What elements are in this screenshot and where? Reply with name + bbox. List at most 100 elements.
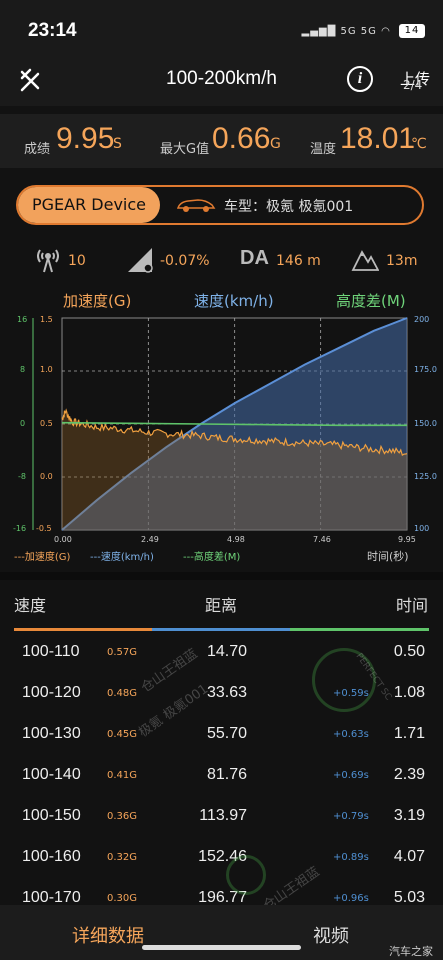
status-bar: 23:14 ▂▄▆█ 5G 5G ◠ 14	[0, 0, 443, 56]
table-row[interactable]: 100-110 0.57G 14.70 0.50	[0, 631, 443, 672]
mountain-icon	[351, 250, 379, 271]
speed-area	[62, 318, 407, 530]
row-time: 4.07	[393, 848, 425, 865]
accel-tick: 0.0	[40, 472, 53, 481]
accel-tick: 1.5	[40, 315, 53, 324]
battery-icon: 14	[399, 24, 425, 38]
row-time: 1.08	[393, 684, 425, 701]
signal-text: 5G 5G	[340, 26, 377, 37]
gmax-unit: G	[270, 136, 281, 152]
row-distance: 14.70	[206, 643, 247, 660]
alt-tick: 0	[20, 419, 26, 428]
row-range: 100-110	[22, 643, 80, 660]
satellite-count: 10	[68, 253, 86, 269]
signal-icon: ▂▄▆█	[301, 26, 337, 37]
row-g: 0.32G	[107, 852, 138, 863]
alt-tick: -16	[13, 524, 27, 533]
section-divider	[0, 572, 443, 580]
row-distance: 113.97	[199, 807, 247, 824]
row-g: 0.48G	[107, 688, 138, 699]
watermark-seal-icon	[226, 855, 266, 895]
gmax-label: 最大G值	[160, 142, 210, 157]
row-range: 100-150	[22, 807, 81, 824]
wifi-icon: ◠	[381, 26, 391, 37]
page-indicator: 2/4	[403, 78, 423, 92]
accel-tick: 0.5	[40, 419, 53, 428]
legend-accel: 加速度(G)	[63, 292, 132, 310]
speed-tick: 200	[414, 315, 430, 324]
legend-bottom-accel: ---加速度(G)	[14, 552, 71, 563]
x-tick: 0.00	[54, 535, 72, 544]
row-distance: 33.63	[206, 684, 247, 701]
header-time: 时间	[396, 596, 429, 615]
row-g: 0.30G	[107, 893, 138, 904]
speed-tick: 125.0	[414, 472, 437, 481]
speed-line	[61, 317, 408, 531]
score-unit: S	[113, 136, 122, 152]
row-delta: +0.63s	[333, 729, 369, 740]
legend-bottom-altitude: ---高度差(M)	[183, 552, 241, 563]
row-time: 3.19	[393, 807, 425, 824]
x-axis-label: 时间(秒)	[367, 550, 409, 563]
x-tick: 2.49	[141, 535, 159, 544]
car-icon	[176, 199, 216, 212]
alt-tick: 16	[17, 315, 28, 324]
row-range: 100-130	[22, 725, 81, 742]
row-g: 0.36G	[107, 811, 138, 822]
alt-tick: -8	[18, 472, 26, 481]
home-indicator[interactable]	[142, 945, 301, 950]
speed-tick: 150.0	[414, 419, 437, 428]
acceleration-area	[62, 410, 407, 530]
score-label: 成绩	[24, 142, 51, 157]
legend-speed: 速度(km/h)	[194, 292, 274, 310]
x-tick: 9.95	[398, 535, 416, 544]
speed-tick: 175.0	[414, 365, 437, 374]
plot-frame	[61, 317, 408, 531]
score-value: 9.95	[56, 122, 115, 155]
altitude-value: 13m	[386, 253, 418, 269]
row-g: 0.45G	[107, 729, 138, 740]
table-row[interactable]: 100-140 0.41G 81.76 +0.69s 2.39	[0, 754, 443, 795]
row-distance: 81.76	[206, 766, 247, 783]
device-bar[interactable]: PGEAR Device 车型：极氪 极氪001	[16, 185, 424, 225]
tab-detail-data[interactable]: 详细数据	[72, 922, 144, 948]
slope-value: -0.07%	[160, 253, 210, 269]
row-range: 100-140	[22, 766, 81, 783]
da-label: DA	[240, 247, 269, 269]
row-range: 100-160	[22, 848, 81, 865]
table-row[interactable]: 100-160 0.32G 152.46 +0.89s 4.07	[0, 836, 443, 877]
tab-video[interactable]: 视频	[313, 922, 349, 948]
temp-unit: ℃	[411, 136, 427, 152]
legend-bottom-speed: ---速度(km/h)	[90, 552, 154, 563]
status-time: 23:14	[28, 20, 77, 41]
device-name[interactable]: PGEAR Device	[18, 187, 160, 223]
header-speed: 速度	[14, 596, 47, 615]
row-range: 100-120	[22, 684, 81, 701]
x-tick: 7.46	[313, 535, 331, 544]
temp-label: 温度	[310, 142, 337, 157]
satellite-icon	[37, 249, 59, 273]
row-delta: +0.89s	[333, 852, 369, 863]
legend-altitude: 高度差(M)	[336, 292, 406, 310]
row-time: 2.39	[393, 766, 425, 783]
status-icons: ▂▄▆█ 5G 5G ◠ 14	[302, 24, 425, 38]
slope-icon	[128, 248, 153, 273]
row-time: 1.71	[393, 725, 425, 742]
row-g: 0.41G	[107, 770, 138, 781]
info-icon[interactable]: i	[347, 66, 373, 92]
table-row[interactable]: 100-130 0.45G 55.70 +0.63s 1.71	[0, 713, 443, 754]
table-row[interactable]: 100-150 0.36G 113.97 +0.79s 3.19	[0, 795, 443, 836]
car-model: 车型：极氪 极氪001	[224, 199, 354, 215]
speed-tick: 100	[414, 524, 430, 533]
row-delta: +0.69s	[333, 770, 369, 781]
app-header: 100-200km/h i 上传 2/4	[0, 56, 443, 106]
page-title: 100-200km/h	[166, 68, 277, 89]
acceleration-line	[61, 408, 408, 457]
alt-tick: 8	[20, 365, 26, 374]
row-distance: 55.70	[206, 725, 247, 742]
metrics-row: 10 -0.07% DA 146 m 13m	[0, 244, 443, 280]
da-value: 146 m	[276, 253, 321, 269]
bottom-nav: 详细数据 视频 汽车之家	[0, 905, 443, 960]
gmax-value: 0.66	[212, 122, 271, 155]
accel-tick: 1.0	[40, 365, 53, 374]
